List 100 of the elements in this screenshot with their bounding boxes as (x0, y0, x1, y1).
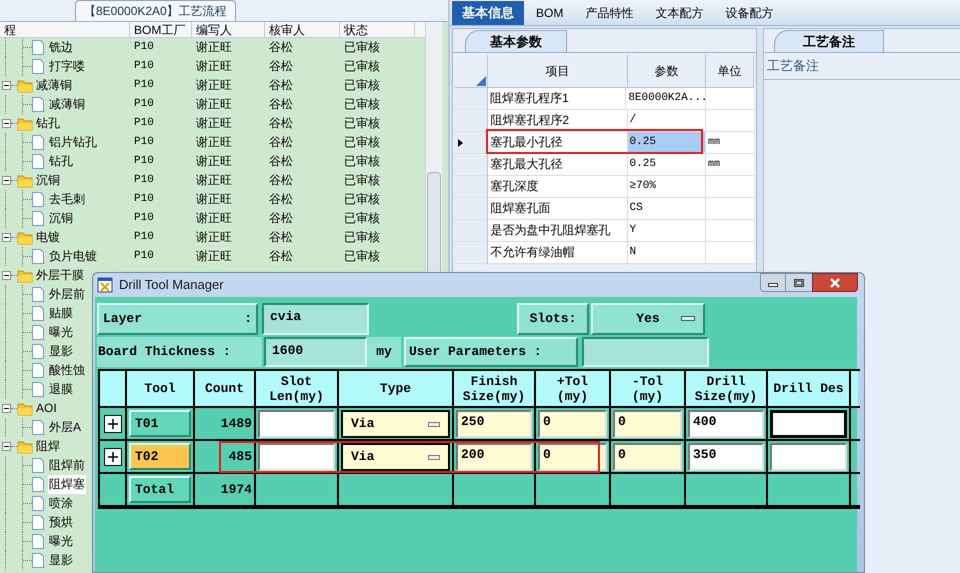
thickness-field[interactable]: 1600 (264, 337, 367, 367)
collapse-icon[interactable] (2, 233, 11, 242)
tree-item[interactable]: 贴膜 (48, 304, 74, 323)
table-cell: 8E0000K2A... (626, 88, 706, 109)
column-header[interactable]: 程 (0, 22, 130, 37)
maximize-icon (794, 278, 804, 286)
column-header[interactable]: 单位 (706, 55, 754, 87)
input-field[interactable] (770, 442, 847, 470)
column-header[interactable]: -Tol (my) (611, 371, 686, 406)
table-cell-text: P10 (133, 135, 155, 150)
input-field[interactable]: 0 (613, 442, 682, 470)
notes-tab[interactable]: 工艺备注 (774, 30, 884, 52)
total-button[interactable]: Total (129, 476, 191, 503)
tree-item[interactable]: 减薄铜 (48, 95, 86, 114)
tree-item[interactable]: 阻焊前 (48, 456, 86, 475)
type-dropdown[interactable]: Via (341, 442, 450, 470)
dropdown-icon (428, 454, 440, 460)
tree-item[interactable]: 阻焊塞 (48, 475, 86, 494)
tree-item[interactable]: 曝光 (48, 532, 74, 551)
column-header[interactable]: Tool (127, 371, 195, 406)
tab[interactable]: 设备配方 (715, 1, 784, 25)
expand-icon[interactable] (104, 414, 122, 432)
collapse-icon[interactable] (2, 442, 11, 451)
column-header[interactable]: 编写人 (192, 22, 265, 37)
tree-item[interactable]: 钻孔 (48, 152, 74, 171)
input-field[interactable]: 350 (688, 442, 764, 470)
tree-item[interactable]: 外层A (48, 418, 82, 437)
input-field[interactable]: 0 (613, 410, 682, 438)
tree-item[interactable]: 负片电镀 (48, 247, 98, 266)
collapse-icon[interactable] (2, 81, 11, 90)
tree-item[interactable]: 铝片钻孔 (48, 133, 98, 152)
tree-item[interactable]: 打字喽 (48, 57, 86, 76)
tree-item[interactable]: 显影 (48, 342, 74, 361)
row-header[interactable] (455, 132, 488, 153)
tool-button[interactable]: T02 (129, 443, 191, 470)
maximize-button[interactable] (786, 273, 812, 292)
close-button[interactable] (812, 273, 858, 292)
collapse-icon[interactable] (2, 404, 11, 413)
column-header[interactable]: Count (195, 371, 256, 406)
collapse-icon[interactable] (2, 271, 11, 280)
tree-item[interactable]: 曝光 (48, 323, 74, 342)
column-header[interactable]: Drill Size(my) (686, 371, 768, 406)
table-cell-text: P10 (133, 154, 155, 169)
column-header[interactable]: BOM工厂 (130, 22, 192, 37)
tree-item[interactable]: AOI (36, 399, 57, 418)
tree-item[interactable]: 预烘 (48, 513, 74, 532)
column-header[interactable] (100, 371, 127, 406)
column-header[interactable]: +Tol (my) (536, 371, 611, 406)
tree-item[interactable]: 阻焊 (36, 437, 60, 456)
collapse-icon[interactable] (2, 176, 11, 185)
tree-item[interactable]: 显影 (48, 551, 74, 570)
column-header[interactable]: Finish Size(my) (454, 371, 536, 406)
tree-item[interactable]: 沉铜 (48, 209, 74, 228)
layer-button[interactable]: Layer : (97, 303, 258, 335)
tree-item[interactable]: 去毛刺 (48, 190, 86, 209)
document-icon (32, 306, 44, 321)
input-field[interactable]: 0 (538, 410, 607, 438)
count-cell-text: 1974 (220, 480, 252, 499)
user-parameters-button[interactable]: User Parameters : (404, 337, 578, 367)
tree-item[interactable]: 电镀 (36, 228, 60, 247)
column-header[interactable]: Type (339, 371, 454, 406)
tree-item[interactable]: 铣边 (48, 38, 74, 57)
input-field[interactable]: 400 (688, 410, 764, 438)
document-icon (32, 97, 44, 112)
tool-button[interactable]: T01 (129, 410, 191, 437)
type-dropdown[interactable]: Via (341, 410, 450, 438)
column-header[interactable]: Slot Len(my) (256, 371, 339, 406)
tree-item[interactable]: 酸性蚀 (48, 361, 86, 380)
slot-length-field[interactable] (258, 442, 335, 470)
user-parameters-field[interactable] (582, 337, 709, 367)
input-field[interactable]: 250 (456, 410, 532, 438)
tree-item[interactable]: 退膜 (48, 380, 74, 399)
tree-item[interactable]: 喷涂 (48, 494, 74, 513)
minimize-button[interactable] (760, 273, 786, 292)
input-field[interactable] (770, 410, 847, 438)
tree-item[interactable]: 钻孔 (36, 114, 60, 133)
params-tab[interactable]: 基本参数 (465, 30, 567, 52)
input-field[interactable]: 200 (456, 442, 532, 470)
tab[interactable]: 文本配方 (645, 1, 714, 25)
expand-icon[interactable] (104, 448, 122, 466)
panel-tab[interactable]: 【8E0000K2A0】工艺流程 (75, 0, 236, 21)
input-field[interactable]: 0 (538, 442, 607, 470)
tree-item[interactable]: 减薄铜 (36, 76, 72, 95)
tab[interactable]: 产品特性 (575, 1, 644, 25)
column-header[interactable]: Drill Des (768, 371, 851, 406)
tree-item[interactable]: 外层前 (48, 285, 86, 304)
column-header[interactable]: 状态 (340, 22, 415, 37)
tree-item[interactable]: 外层干膜 (36, 266, 84, 285)
slots-dropdown[interactable]: Yes (591, 303, 705, 335)
window-title: Drill Tool Manager (119, 276, 224, 294)
column-header[interactable]: 参数 (628, 55, 706, 87)
column-header[interactable]: 核审人 (265, 22, 340, 37)
tree-item[interactable]: 沉铜 (36, 171, 60, 190)
slot-length-field[interactable] (258, 410, 335, 438)
button-label: Layer (103, 310, 142, 328)
tab[interactable]: 基本信息 (452, 1, 524, 25)
column-header[interactable]: 项目 (488, 55, 628, 87)
tab[interactable]: BOM (526, 1, 574, 25)
layer-field[interactable]: cvia (262, 303, 369, 335)
collapse-icon[interactable] (2, 119, 11, 128)
